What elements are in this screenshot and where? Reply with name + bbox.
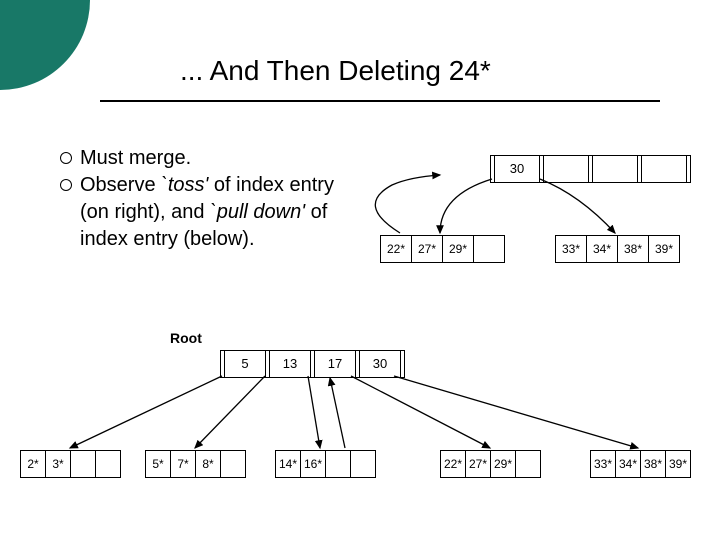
slide-corner-decoration: [0, 0, 90, 90]
bullet-icon: [60, 152, 72, 164]
bullet-item: Observe `toss' of index entry (on right)…: [60, 172, 360, 253]
bullet-icon: [60, 179, 72, 191]
top-arrows: [380, 155, 700, 285]
slide-title: ... And Then Deleting 24*: [180, 55, 491, 87]
bullet-text: Observe `toss' of index entry (on right)…: [80, 172, 360, 253]
bullet-item: Must merge.: [60, 145, 360, 172]
top-figure: 30 22* 27* 29* 33* 34* 38* 39*: [380, 155, 700, 285]
title-underline: [100, 100, 660, 102]
bottom-figure: Root 5 13 17 30 2* 3* 5* 7* 8* 14* 16* 2…: [20, 330, 700, 520]
bottom-arrows: [20, 330, 700, 520]
bullet-list: Must merge. Observe `toss' of index entr…: [60, 145, 360, 253]
bullet-text: Must merge.: [80, 145, 191, 172]
